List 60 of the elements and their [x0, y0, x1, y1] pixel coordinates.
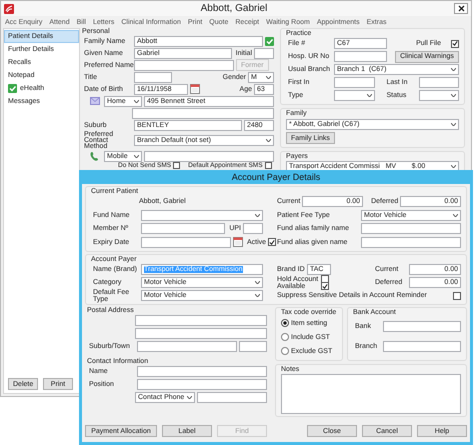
checkbox[interactable]: [451, 40, 459, 48]
input-field[interactable]: [383, 320, 461, 332]
input-field[interactable]: [334, 77, 374, 88]
dropdown[interactable]: [418, 90, 459, 101]
input-field[interactable]: [135, 315, 267, 326]
verified-icon: [265, 36, 274, 46]
radio-button[interactable]: [281, 347, 289, 355]
dropdown[interactable]: [334, 90, 374, 101]
caret-icon: [451, 165, 456, 168]
caret-icon: [255, 294, 260, 297]
caret-icon: [451, 94, 456, 97]
input-field[interactable]: [361, 223, 461, 234]
input-field[interactable]: [134, 72, 172, 82]
caret-icon: [451, 122, 456, 126]
checkbox[interactable]: [268, 238, 276, 246]
caret-icon: [255, 281, 260, 284]
verified-icon: [8, 84, 17, 93]
input-field[interactable]: [243, 223, 263, 234]
caret-icon: [266, 76, 271, 78]
input-field[interactable]: [361, 236, 461, 248]
envelope-icon: [90, 97, 100, 105]
input-field[interactable]: [137, 379, 267, 390]
phone-icon: [90, 151, 100, 161]
radio-button[interactable]: [281, 333, 289, 341]
caret-icon: [255, 214, 260, 217]
input-field[interactable]: [141, 223, 226, 234]
input-field[interactable]: [254, 48, 274, 58]
caret-icon: [366, 94, 372, 97]
caret-icon: [187, 396, 192, 399]
caret-icon: [134, 154, 139, 158]
app-icon: [4, 4, 14, 14]
checkbox[interactable]: [173, 162, 180, 169]
caret-icon: [451, 68, 456, 71]
input-field[interactable]: [418, 77, 459, 88]
input-field[interactable]: [137, 366, 267, 377]
dropdown[interactable]: [141, 210, 263, 221]
input-field[interactable]: [134, 60, 234, 70]
dialog-title: Account Payer Details: [232, 172, 320, 182]
input-field[interactable]: [137, 341, 237, 352]
close-button[interactable]: [454, 3, 468, 14]
checkbox[interactable]: [321, 282, 330, 290]
input-field[interactable]: [135, 328, 267, 339]
window-title: Abbott, Gabriel: [200, 3, 268, 14]
input-field[interactable]: [132, 108, 274, 118]
input-field[interactable]: [334, 51, 387, 62]
close-icon: [458, 5, 464, 12]
notes-field[interactable]: [281, 374, 461, 414]
input-field[interactable]: [239, 341, 267, 352]
input-field[interactable]: [197, 392, 267, 403]
calendar-icon[interactable]: [233, 237, 243, 248]
calendar-icon[interactable]: [190, 84, 200, 94]
checkbox[interactable]: [453, 292, 461, 300]
caret-icon: [453, 214, 458, 217]
input-field[interactable]: [144, 150, 274, 162]
checkbox[interactable]: [264, 162, 272, 169]
input-field[interactable]: [383, 340, 461, 352]
input-field[interactable]: [141, 236, 231, 248]
caret-icon: [266, 139, 271, 142]
radio-button[interactable]: [281, 319, 289, 327]
caret-icon: [134, 100, 139, 102]
